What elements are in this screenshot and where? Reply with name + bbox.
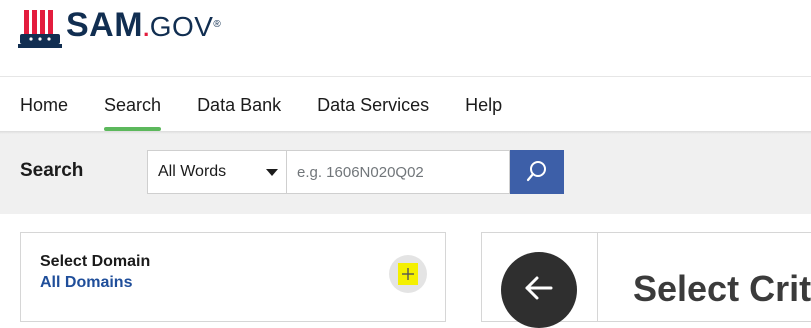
select-domain-card: Select Domain All Domains <box>20 232 446 322</box>
criteria-title: Select Crite <box>633 268 811 309</box>
main-nav: Home Search Data Bank Data Services Help <box>0 77 811 131</box>
search-mode-select[interactable]: All Words <box>147 150 287 194</box>
search-label: Search <box>20 160 84 181</box>
domain-value: All Domains <box>40 274 133 291</box>
nav-home[interactable]: Home <box>20 77 68 131</box>
search-icon <box>526 160 548 185</box>
nav-help[interactable]: Help <box>465 77 502 131</box>
nav-search[interactable]: Search <box>104 77 162 131</box>
logo-text: SAM.GOV® <box>66 6 222 44</box>
back-button[interactable] <box>501 252 577 328</box>
search-bar: Search All Words <box>0 134 811 214</box>
domain-label: Select Domain <box>40 253 151 270</box>
plus-icon <box>398 263 418 285</box>
add-domain-button[interactable] <box>389 255 427 293</box>
sam-gov-logo[interactable]: SAM.GOV® <box>18 0 221 50</box>
caret-down-icon <box>266 168 278 176</box>
header: SAM.GOV® <box>0 0 811 76</box>
criteria-divider <box>597 232 598 322</box>
search-mode-value: All Words <box>158 163 227 180</box>
search-input[interactable] <box>287 150 510 194</box>
arrow-left-icon <box>521 270 557 311</box>
nav-data-services[interactable]: Data Services <box>317 77 429 131</box>
search-button[interactable] <box>510 150 564 194</box>
uncle-sam-hat-icon <box>18 6 62 50</box>
nav-data-bank[interactable]: Data Bank <box>197 77 281 131</box>
